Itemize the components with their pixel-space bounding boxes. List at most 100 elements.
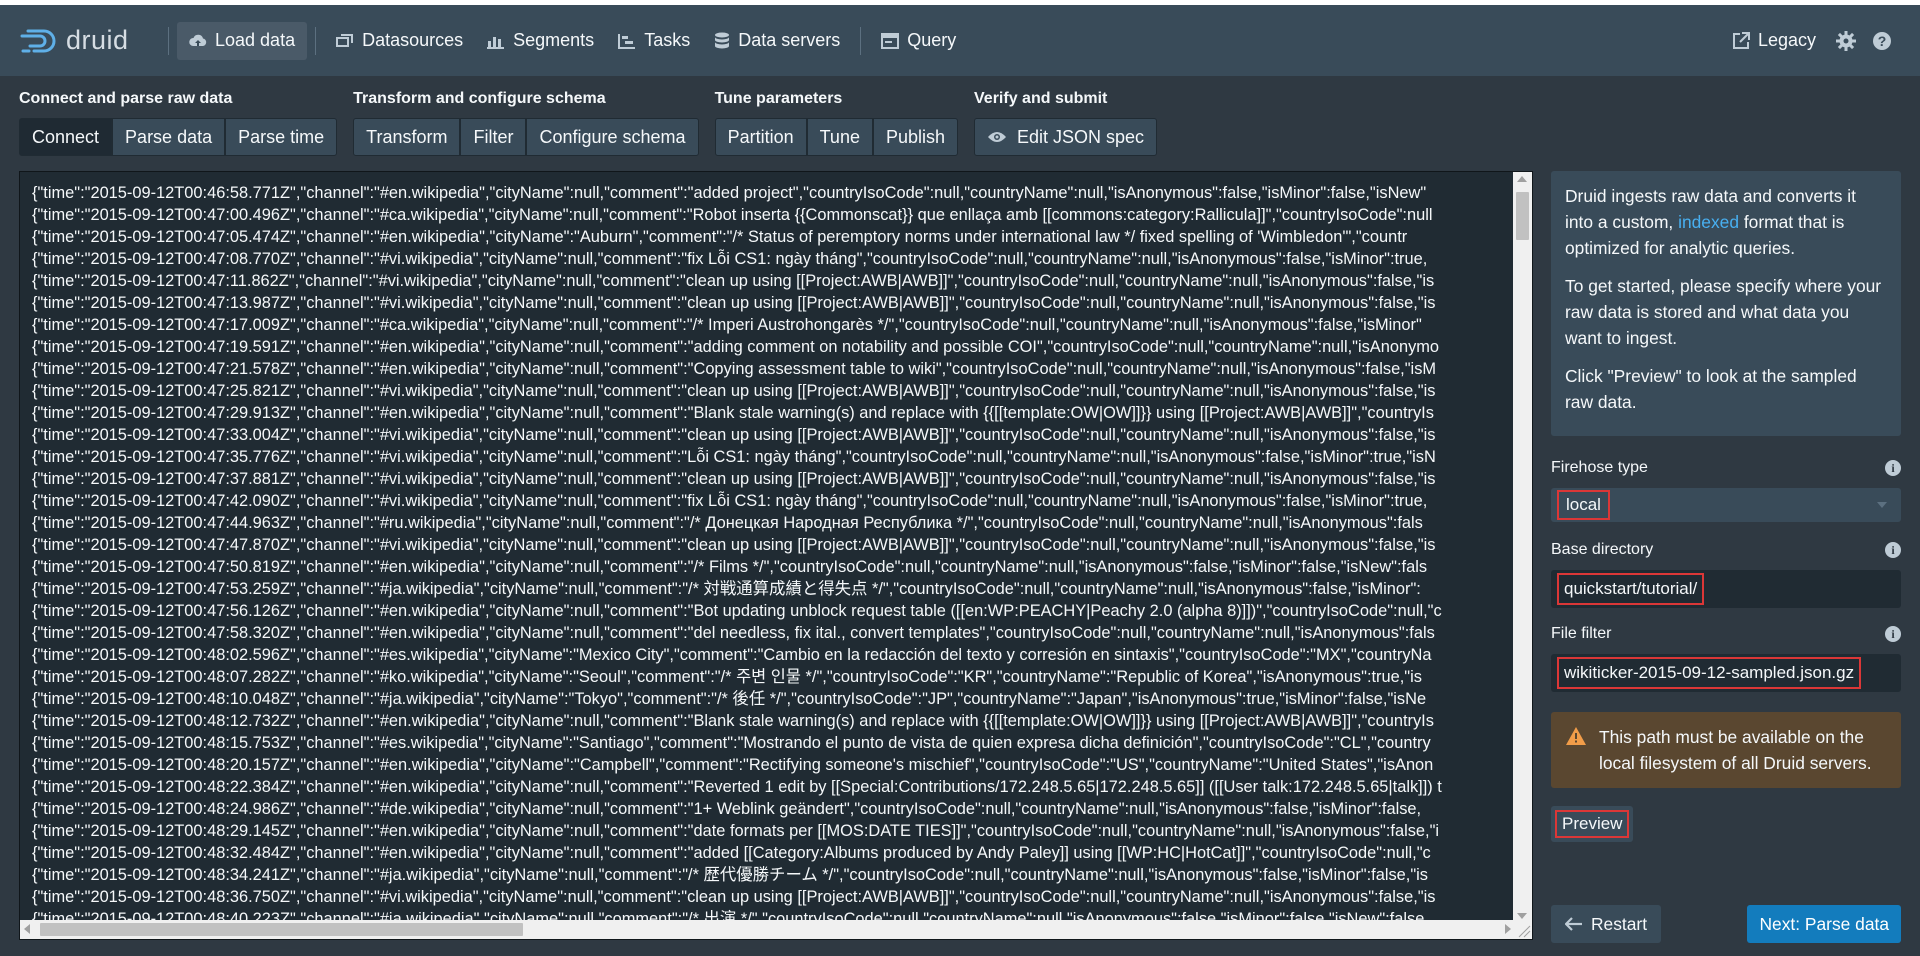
segments-icon bbox=[487, 36, 505, 49]
nav-load-data[interactable]: Load data bbox=[177, 21, 308, 60]
raw-data-textarea[interactable]: {"time":"2015-09-12T00:46:58.771Z","chan… bbox=[19, 171, 1533, 940]
cloud-upload-icon bbox=[189, 34, 207, 46]
nav-divider bbox=[315, 26, 317, 55]
top-nav: druid Load data Datasources Segments Tas… bbox=[0, 0, 1920, 76]
step-partition[interactable]: Partition bbox=[714, 118, 807, 156]
logo-text: druid bbox=[66, 25, 129, 55]
path-warning-text: This path must be available on the local… bbox=[1599, 727, 1872, 773]
nav-segments[interactable]: Segments bbox=[475, 22, 606, 60]
database-icon bbox=[715, 32, 730, 48]
preview-button[interactable]: Preview bbox=[1551, 806, 1634, 842]
raw-data-line: {"time":"2015-09-12T00:48:02.596Z","chan… bbox=[32, 646, 1432, 664]
scroll-right-arrow-icon[interactable] bbox=[1505, 924, 1511, 934]
instructions-paragraph: To get started, please specify where you… bbox=[1565, 276, 1882, 348]
raw-data-lines: {"time":"2015-09-12T00:46:58.771Z","chan… bbox=[32, 182, 1526, 922]
datasources-icon bbox=[336, 33, 354, 47]
base-directory-input[interactable]: quickstart/tutorial/ bbox=[1551, 570, 1901, 608]
druid-logo[interactable]: druid bbox=[20, 25, 160, 56]
raw-data-line: {"time":"2015-09-12T00:47:56.126Z","chan… bbox=[32, 602, 1442, 620]
vertical-scrollbar[interactable] bbox=[1513, 172, 1532, 939]
edit-json-spec-label: Edit JSON spec bbox=[1017, 126, 1145, 147]
file-filter-label: File filter bbox=[1551, 625, 1612, 642]
raw-data-line: {"time":"2015-09-12T00:47:00.496Z","chan… bbox=[32, 206, 1433, 224]
nav-query-label: Query bbox=[907, 30, 957, 50]
step-tune[interactable]: Tune bbox=[806, 118, 873, 156]
firehose-type-label: Firehose type bbox=[1551, 459, 1648, 476]
raw-data-line: {"time":"2015-09-12T00:47:19.591Z","chan… bbox=[32, 338, 1440, 356]
info-icon[interactable]: i bbox=[1885, 626, 1901, 642]
raw-data-line: {"time":"2015-09-12T00:48:07.282Z","chan… bbox=[32, 668, 1422, 686]
raw-data-line: {"time":"2015-09-12T00:47:50.819Z","chan… bbox=[32, 558, 1428, 576]
info-icon[interactable]: i bbox=[1885, 460, 1901, 476]
help-icon: ? bbox=[1873, 31, 1891, 50]
indexed-link[interactable]: indexed bbox=[1678, 212, 1739, 232]
step-title: Verify and submit bbox=[974, 90, 1108, 107]
restart-button[interactable]: Restart bbox=[1551, 905, 1662, 943]
raw-data-line: {"time":"2015-09-12T00:48:10.048Z","chan… bbox=[32, 690, 1427, 708]
raw-data-line: {"time":"2015-09-12T00:48:24.986Z","chan… bbox=[32, 800, 1422, 818]
raw-data-line: {"time":"2015-09-12T00:47:33.004Z","chan… bbox=[32, 426, 1436, 444]
step-configure-schema[interactable]: Configure schema bbox=[526, 118, 699, 156]
step-parse-time[interactable]: Parse time bbox=[225, 118, 338, 156]
help-button[interactable]: ? bbox=[1864, 23, 1900, 59]
nav-segments-label: Segments bbox=[513, 30, 595, 50]
wizard-steps: Connect and parse raw data Connect Parse… bbox=[19, 88, 1173, 156]
settings-button[interactable] bbox=[1828, 23, 1864, 59]
nav-datasources[interactable]: Datasources bbox=[324, 22, 475, 60]
step-filter[interactable]: Filter bbox=[460, 118, 527, 156]
raw-data-line: {"time":"2015-09-12T00:47:35.776Z","chan… bbox=[32, 448, 1436, 466]
raw-data-line: {"time":"2015-09-12T00:47:13.987Z","chan… bbox=[32, 294, 1436, 312]
nav-legacy-label: Legacy bbox=[1757, 30, 1816, 50]
nav-load-data-label: Load data bbox=[215, 30, 296, 50]
raw-data-line: {"time":"2015-09-12T00:48:36.750Z","chan… bbox=[32, 888, 1436, 906]
scroll-up-arrow-icon[interactable] bbox=[1517, 176, 1527, 182]
step-title: Transform and configure schema bbox=[353, 90, 606, 107]
scroll-down-arrow-icon[interactable] bbox=[1517, 913, 1527, 919]
scroll-left-arrow-icon[interactable] bbox=[24, 924, 30, 934]
druid-logo-icon bbox=[20, 29, 56, 52]
raw-data-line: {"time":"2015-09-12T00:47:11.862Z","chan… bbox=[32, 272, 1435, 290]
step-title: Tune parameters bbox=[714, 90, 843, 107]
next-parse-data-button[interactable]: Next: Parse data bbox=[1747, 905, 1901, 943]
nav-tasks[interactable]: Tasks bbox=[606, 22, 702, 60]
footer-actions: Restart Next: Parse data bbox=[1551, 905, 1901, 943]
raw-data-line: {"time":"2015-09-12T00:48:34.241Z","chan… bbox=[32, 866, 1428, 884]
eye-icon bbox=[988, 132, 1007, 142]
nav-divider bbox=[860, 26, 862, 55]
step-transform[interactable]: Transform bbox=[353, 118, 461, 156]
step-title: Connect and parse raw data bbox=[19, 90, 233, 107]
nav-legacy[interactable]: Legacy bbox=[1720, 22, 1828, 60]
raw-data-line: {"time":"2015-09-12T00:47:42.090Z","chan… bbox=[32, 492, 1428, 510]
horizontal-scroll-thumb[interactable] bbox=[40, 923, 523, 936]
info-icon[interactable]: i bbox=[1885, 542, 1901, 558]
file-filter-input[interactable]: wikiticker-2015-09-12-sampled.json.gz bbox=[1551, 654, 1901, 692]
file-filter-field: File filter i wikiticker-2015-09-12-samp… bbox=[1551, 622, 1901, 692]
nav-query[interactable]: Query bbox=[869, 22, 968, 60]
step-parse-data[interactable]: Parse data bbox=[112, 118, 226, 156]
nav-data-servers[interactable]: Data servers bbox=[702, 22, 852, 60]
vertical-scroll-thumb[interactable] bbox=[1516, 192, 1529, 240]
restart-label: Restart bbox=[1591, 913, 1648, 934]
raw-data-line: {"time":"2015-09-12T00:47:29.913Z","chan… bbox=[32, 404, 1434, 422]
raw-data-line: {"time":"2015-09-12T00:48:12.732Z","chan… bbox=[32, 712, 1434, 730]
resize-handle[interactable] bbox=[1513, 920, 1532, 939]
intro-callout: Druid ingests raw data and converts it i… bbox=[1551, 171, 1901, 436]
raw-data-line: {"time":"2015-09-12T00:47:53.259Z","chan… bbox=[32, 580, 1421, 598]
step-connect[interactable]: Connect bbox=[19, 118, 113, 156]
raw-data-line: {"time":"2015-09-12T00:48:15.753Z","chan… bbox=[32, 734, 1431, 752]
raw-data-line: {"time":"2015-09-12T00:48:22.384Z","chan… bbox=[32, 778, 1442, 796]
firehose-type-select[interactable]: local bbox=[1551, 488, 1901, 522]
horizontal-scrollbar[interactable] bbox=[20, 920, 1515, 939]
raw-data-line: {"time":"2015-09-12T00:47:21.578Z","chan… bbox=[32, 360, 1437, 378]
caret-down-icon bbox=[1877, 502, 1887, 508]
raw-data-line: {"time":"2015-09-12T00:47:08.770Z","chan… bbox=[32, 250, 1428, 268]
raw-data-line: {"time":"2015-09-12T00:48:32.484Z","chan… bbox=[32, 844, 1431, 862]
step-publish[interactable]: Publish bbox=[872, 118, 959, 156]
path-warning-callout: This path must be available on the local… bbox=[1551, 712, 1901, 788]
base-directory-value: quickstart/tutorial/ bbox=[1557, 573, 1705, 605]
preview-button-label: Preview bbox=[1555, 810, 1630, 838]
step-group-transform: Transform and configure schema Transform… bbox=[353, 88, 699, 156]
step-edit-json-spec[interactable]: Edit JSON spec bbox=[974, 118, 1158, 156]
step-group-tune: Tune parameters Partition Tune Publish bbox=[714, 88, 959, 156]
step-group-verify: Verify and submit Edit JSON spec bbox=[974, 88, 1158, 156]
